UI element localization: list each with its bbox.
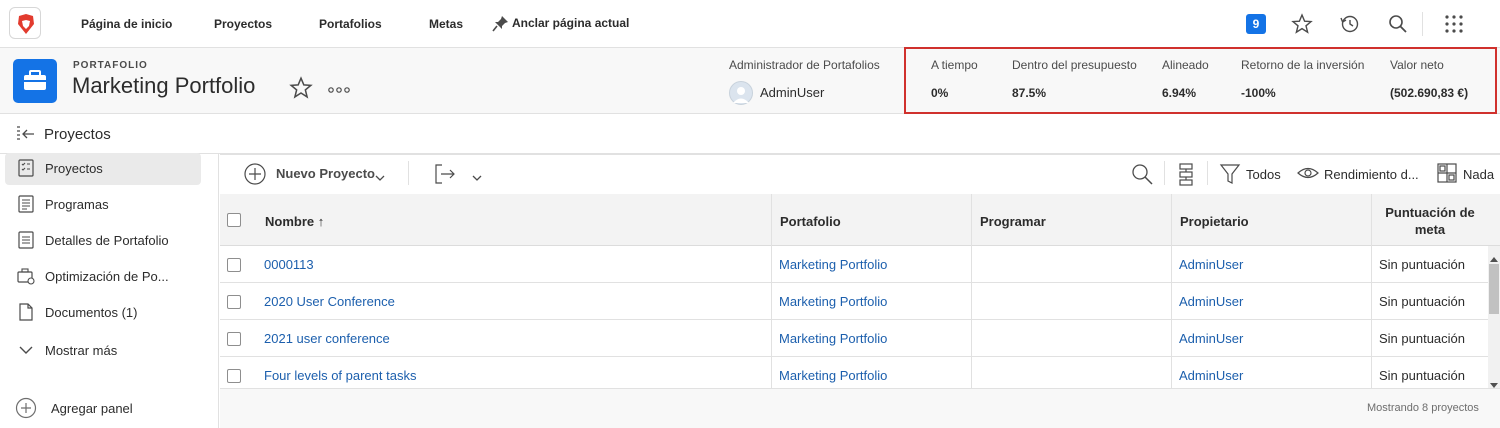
- more-options-icon[interactable]: [328, 82, 350, 93]
- goal-score-cell: Sin puntuación: [1379, 294, 1466, 309]
- table-footer: [220, 388, 1500, 428]
- table-header: [220, 194, 1500, 246]
- goal-score-cell: Sin puntuación: [1379, 257, 1466, 272]
- object-type-label: PORTAFOLIO: [73, 60, 148, 71]
- nav-projects-link[interactable]: Proyectos: [214, 17, 272, 31]
- filter-button[interactable]: Todos: [1246, 167, 1281, 182]
- chevron-down-icon: [16, 341, 36, 361]
- collapse-panel-icon[interactable]: [16, 125, 36, 143]
- toolbar-divider: [1164, 161, 1165, 185]
- kpi-value-aligned: 6.94%: [1162, 86, 1197, 100]
- portfolio-link[interactable]: Marketing Portfolio: [779, 368, 887, 383]
- project-name-link[interactable]: 0000113: [264, 257, 314, 272]
- row-checkbox[interactable]: [227, 258, 241, 272]
- portfolio-link[interactable]: Marketing Portfolio: [779, 331, 887, 346]
- row-checkbox[interactable]: [227, 332, 241, 346]
- grouping-button[interactable]: Nada: [1463, 167, 1494, 182]
- kpi-label-budget: Dentro del presupuesto: [1012, 58, 1137, 72]
- nav-goals-link[interactable]: Metas: [429, 17, 463, 31]
- select-all-checkbox[interactable]: [227, 213, 241, 227]
- row-checkbox[interactable]: [227, 295, 241, 309]
- project-name-link[interactable]: 2021 user conference: [264, 331, 390, 346]
- owner-link[interactable]: AdminUser: [1179, 368, 1243, 383]
- kpi-value-roi: -100%: [1241, 86, 1276, 100]
- chevron-down-icon[interactable]: [471, 170, 483, 181]
- scrollbar-thumb[interactable]: [1489, 264, 1499, 314]
- nav-home-link[interactable]: Página de inicio: [81, 17, 172, 31]
- app-logo-icon[interactable]: [9, 7, 41, 39]
- portfolio-link[interactable]: Marketing Portfolio: [779, 294, 887, 309]
- scroll-down-arrow-icon[interactable]: [1490, 376, 1498, 388]
- sidebar-item-label: Mostrar más: [45, 343, 118, 358]
- portfolio-admin-label: Administrador de Portafolios: [729, 58, 880, 72]
- new-project-button[interactable]: Nuevo Proyecto: [276, 166, 375, 181]
- star-icon[interactable]: [1291, 13, 1313, 35]
- result-count: Mostrando 8 proyectos: [1367, 402, 1479, 414]
- column-header-program[interactable]: Programar: [980, 214, 1046, 229]
- kpi-label-aligned: Alineado: [1162, 58, 1209, 72]
- export-icon[interactable]: [433, 162, 457, 186]
- kpi-value-net-value: (502.690,83 €): [1390, 86, 1469, 100]
- portfolio-link[interactable]: Marketing Portfolio: [779, 257, 887, 272]
- eye-icon[interactable]: [1297, 164, 1319, 182]
- kpi-value-budget: 87.5%: [1012, 86, 1047, 100]
- sidebar-item-label: Documentos (1): [45, 305, 138, 320]
- chevron-down-icon[interactable]: [374, 170, 386, 181]
- portfolio-admin-name[interactable]: AdminUser: [760, 85, 824, 100]
- search-icon[interactable]: [1387, 13, 1409, 35]
- toolbar-divider: [1207, 161, 1208, 185]
- project-name-link[interactable]: Four levels of parent tasks: [264, 368, 416, 383]
- grouping-icon[interactable]: [1437, 163, 1457, 183]
- column-header-goal-score[interactable]: Puntuación de meta: [1380, 204, 1480, 238]
- details-document-icon: [16, 230, 36, 250]
- row-checkbox[interactable]: [227, 369, 241, 383]
- column-header-portfolio[interactable]: Portafolio: [780, 214, 841, 229]
- document-icon: [16, 302, 36, 322]
- project-name-link[interactable]: 2020 User Conference: [264, 294, 395, 309]
- view-button[interactable]: Rendimiento d...: [1324, 167, 1419, 182]
- goal-score-cell: Sin puntuación: [1379, 368, 1466, 383]
- page-title: Marketing Portfolio: [72, 73, 256, 98]
- nav-divider: [1422, 12, 1423, 36]
- projects-list-icon: [16, 158, 36, 178]
- owner-link[interactable]: AdminUser: [1179, 294, 1243, 309]
- pin-icon[interactable]: [492, 14, 510, 32]
- history-icon[interactable]: [1339, 13, 1361, 35]
- favorite-star-icon[interactable]: [289, 76, 313, 100]
- scroll-up-arrow-icon[interactable]: [1490, 249, 1498, 262]
- sidebar-item-label: Programas: [45, 197, 109, 212]
- apps-grid-icon[interactable]: [1443, 13, 1465, 35]
- column-separator: [771, 194, 772, 388]
- avatar: [729, 81, 753, 105]
- search-icon[interactable]: [1130, 162, 1154, 186]
- optimizer-briefcase-icon: [16, 266, 36, 286]
- panel-heading: Proyectos: [44, 126, 111, 143]
- nav-portfolios-link[interactable]: Portafolios: [319, 17, 382, 31]
- notification-badge[interactable]: 9: [1246, 14, 1266, 34]
- goal-score-cell: Sin puntuación: [1379, 331, 1466, 346]
- hierarchy-icon[interactable]: [1175, 162, 1197, 186]
- column-separator: [971, 194, 972, 388]
- sidebar-item-label: Proyectos: [45, 161, 103, 176]
- add-panel-button[interactable]: Agregar panel: [51, 401, 133, 416]
- owner-link[interactable]: AdminUser: [1179, 257, 1243, 272]
- kpi-label-on-time: A tiempo: [931, 58, 978, 72]
- sidebar-item-label: Detalles de Portafolio: [45, 233, 169, 248]
- kpi-label-net-value: Valor neto: [1390, 58, 1444, 72]
- sidebar-item-label: Optimización de Po...: [45, 269, 169, 284]
- toolbar-divider: [408, 161, 409, 185]
- kpi-label-roi: Retorno de la inversión: [1241, 58, 1365, 72]
- portfolio-briefcase-icon: [13, 59, 57, 103]
- column-separator: [1371, 194, 1372, 388]
- kpi-value-on-time: 0%: [931, 86, 949, 100]
- column-separator: [1171, 194, 1172, 388]
- add-panel-icon[interactable]: [15, 397, 37, 419]
- column-header-owner[interactable]: Propietario: [1180, 214, 1249, 229]
- programs-list-icon: [16, 194, 36, 214]
- pin-page-button[interactable]: Anclar página actual: [512, 16, 629, 30]
- owner-link[interactable]: AdminUser: [1179, 331, 1243, 346]
- filter-icon[interactable]: [1219, 162, 1241, 186]
- add-circle-icon[interactable]: [243, 162, 267, 186]
- column-header-name[interactable]: Nombre ↑: [265, 214, 324, 229]
